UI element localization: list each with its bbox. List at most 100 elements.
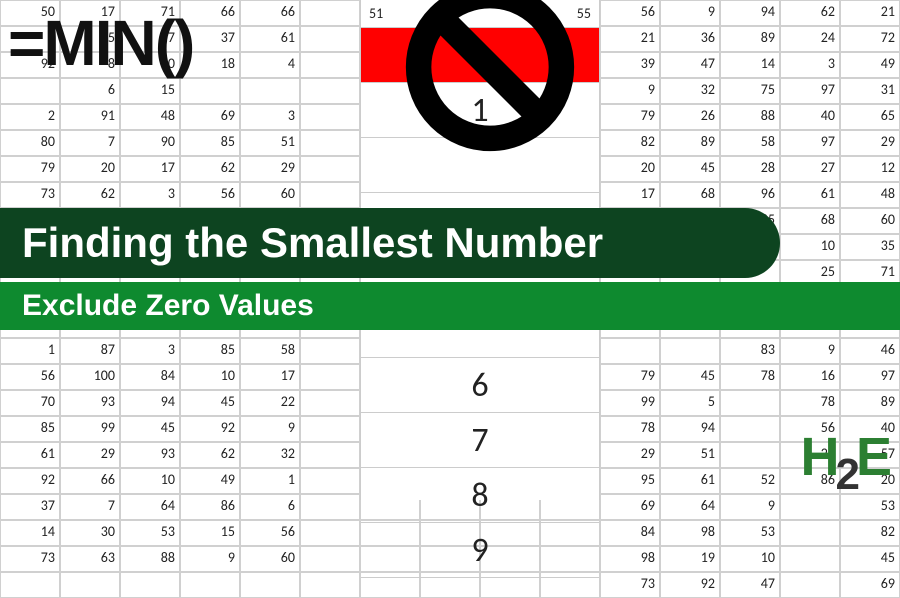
cell[interactable]: 61 (0, 442, 60, 468)
cell[interactable]: 95 (600, 468, 660, 494)
cell[interactable]: 45 (180, 390, 240, 416)
cell[interactable]: 16 (780, 364, 840, 390)
cell[interactable]: 62 (180, 442, 240, 468)
cell[interactable]: 7 (60, 130, 120, 156)
cell[interactable] (180, 78, 240, 104)
cell[interactable]: 29 (60, 442, 120, 468)
cell[interactable] (0, 78, 60, 104)
cell[interactable]: 86 (180, 494, 240, 520)
cell[interactable]: 60 (840, 208, 900, 234)
cell[interactable] (0, 572, 60, 598)
cell[interactable] (660, 338, 720, 364)
cell[interactable]: 56 (600, 0, 660, 26)
cell[interactable] (300, 130, 360, 156)
cell[interactable]: 5 (660, 390, 720, 416)
cell[interactable]: 6 (240, 494, 300, 520)
cell[interactable]: 94 (120, 390, 180, 416)
cell[interactable]: 93 (60, 390, 120, 416)
cell[interactable]: 87 (60, 338, 120, 364)
cell[interactable]: 85 (180, 338, 240, 364)
cell[interactable] (300, 26, 360, 52)
cell[interactable]: 60 (240, 546, 300, 572)
cell[interactable]: 36 (660, 26, 720, 52)
cell[interactable]: 14 (0, 520, 60, 546)
cell[interactable]: 3 (240, 104, 300, 130)
cell[interactable]: 3 (780, 52, 840, 78)
cell[interactable]: 32 (240, 442, 300, 468)
cell[interactable] (780, 520, 840, 546)
cell[interactable] (300, 156, 360, 182)
cell[interactable]: 97 (840, 364, 900, 390)
cell[interactable]: 26 (660, 104, 720, 130)
cell[interactable]: 79 (600, 104, 660, 130)
cell[interactable]: 12 (840, 156, 900, 182)
cell[interactable] (300, 364, 360, 390)
cell[interactable]: 88 (120, 546, 180, 572)
cell[interactable]: 90 (120, 130, 180, 156)
cell[interactable]: 80 (0, 130, 60, 156)
cell[interactable]: 21 (840, 0, 900, 26)
cell[interactable]: 83 (720, 338, 780, 364)
cell[interactable]: 64 (120, 494, 180, 520)
cell[interactable]: 27 (780, 156, 840, 182)
cell[interactable] (300, 182, 360, 208)
cell[interactable]: 94 (720, 0, 780, 26)
cell[interactable] (300, 104, 360, 130)
cell[interactable]: 60 (240, 182, 300, 208)
cell[interactable]: 56 (240, 520, 300, 546)
cell[interactable]: 75 (720, 78, 780, 104)
cell[interactable]: 69 (840, 572, 900, 598)
cell[interactable]: 47 (720, 572, 780, 598)
cell[interactable]: 15 (120, 78, 180, 104)
cell[interactable]: 61 (660, 468, 720, 494)
cell[interactable]: 69 (600, 494, 660, 520)
cell[interactable] (300, 572, 360, 598)
cell[interactable]: 22 (240, 390, 300, 416)
cell[interactable]: 10 (120, 468, 180, 494)
cell[interactable] (720, 390, 780, 416)
cell[interactable]: 66 (240, 0, 300, 26)
cell[interactable]: 56 (0, 364, 60, 390)
cell[interactable]: 49 (180, 468, 240, 494)
cell[interactable] (780, 572, 840, 598)
cell[interactable] (600, 338, 660, 364)
cell[interactable]: 40 (780, 104, 840, 130)
cell[interactable]: 52 (720, 468, 780, 494)
cell[interactable]: 63 (60, 546, 120, 572)
cell[interactable]: 66 (60, 468, 120, 494)
cell[interactable]: 7 (60, 494, 120, 520)
cell[interactable]: 73 (0, 546, 60, 572)
cell[interactable] (300, 546, 360, 572)
cell[interactable]: 89 (720, 26, 780, 52)
cell[interactable]: 3 (120, 338, 180, 364)
cell[interactable]: 9 (660, 0, 720, 26)
cell[interactable] (240, 78, 300, 104)
cell[interactable] (300, 52, 360, 78)
cell[interactable]: 31 (840, 78, 900, 104)
cell[interactable]: 48 (840, 182, 900, 208)
cell[interactable]: 85 (0, 416, 60, 442)
cell[interactable]: 17 (120, 156, 180, 182)
cell[interactable]: 51 (240, 130, 300, 156)
cell[interactable]: 17 (600, 182, 660, 208)
cell[interactable] (300, 416, 360, 442)
cell[interactable]: 89 (660, 130, 720, 156)
cell[interactable] (300, 442, 360, 468)
cell[interactable]: 17 (240, 364, 300, 390)
cell[interactable] (300, 0, 360, 26)
cell[interactable]: 99 (60, 416, 120, 442)
cell[interactable]: 99 (600, 390, 660, 416)
cell[interactable]: 39 (600, 52, 660, 78)
cell[interactable]: 58 (240, 338, 300, 364)
cell[interactable]: 97 (780, 78, 840, 104)
cell[interactable]: 2 (0, 104, 60, 130)
cell[interactable]: 24 (780, 26, 840, 52)
cell[interactable]: 1 (0, 338, 60, 364)
cell[interactable]: 89 (840, 390, 900, 416)
cell[interactable] (720, 416, 780, 442)
cell[interactable]: 35 (840, 234, 900, 260)
cell[interactable]: 79 (600, 364, 660, 390)
cell[interactable] (300, 520, 360, 546)
cell[interactable] (780, 494, 840, 520)
cell[interactable]: 9 (600, 78, 660, 104)
